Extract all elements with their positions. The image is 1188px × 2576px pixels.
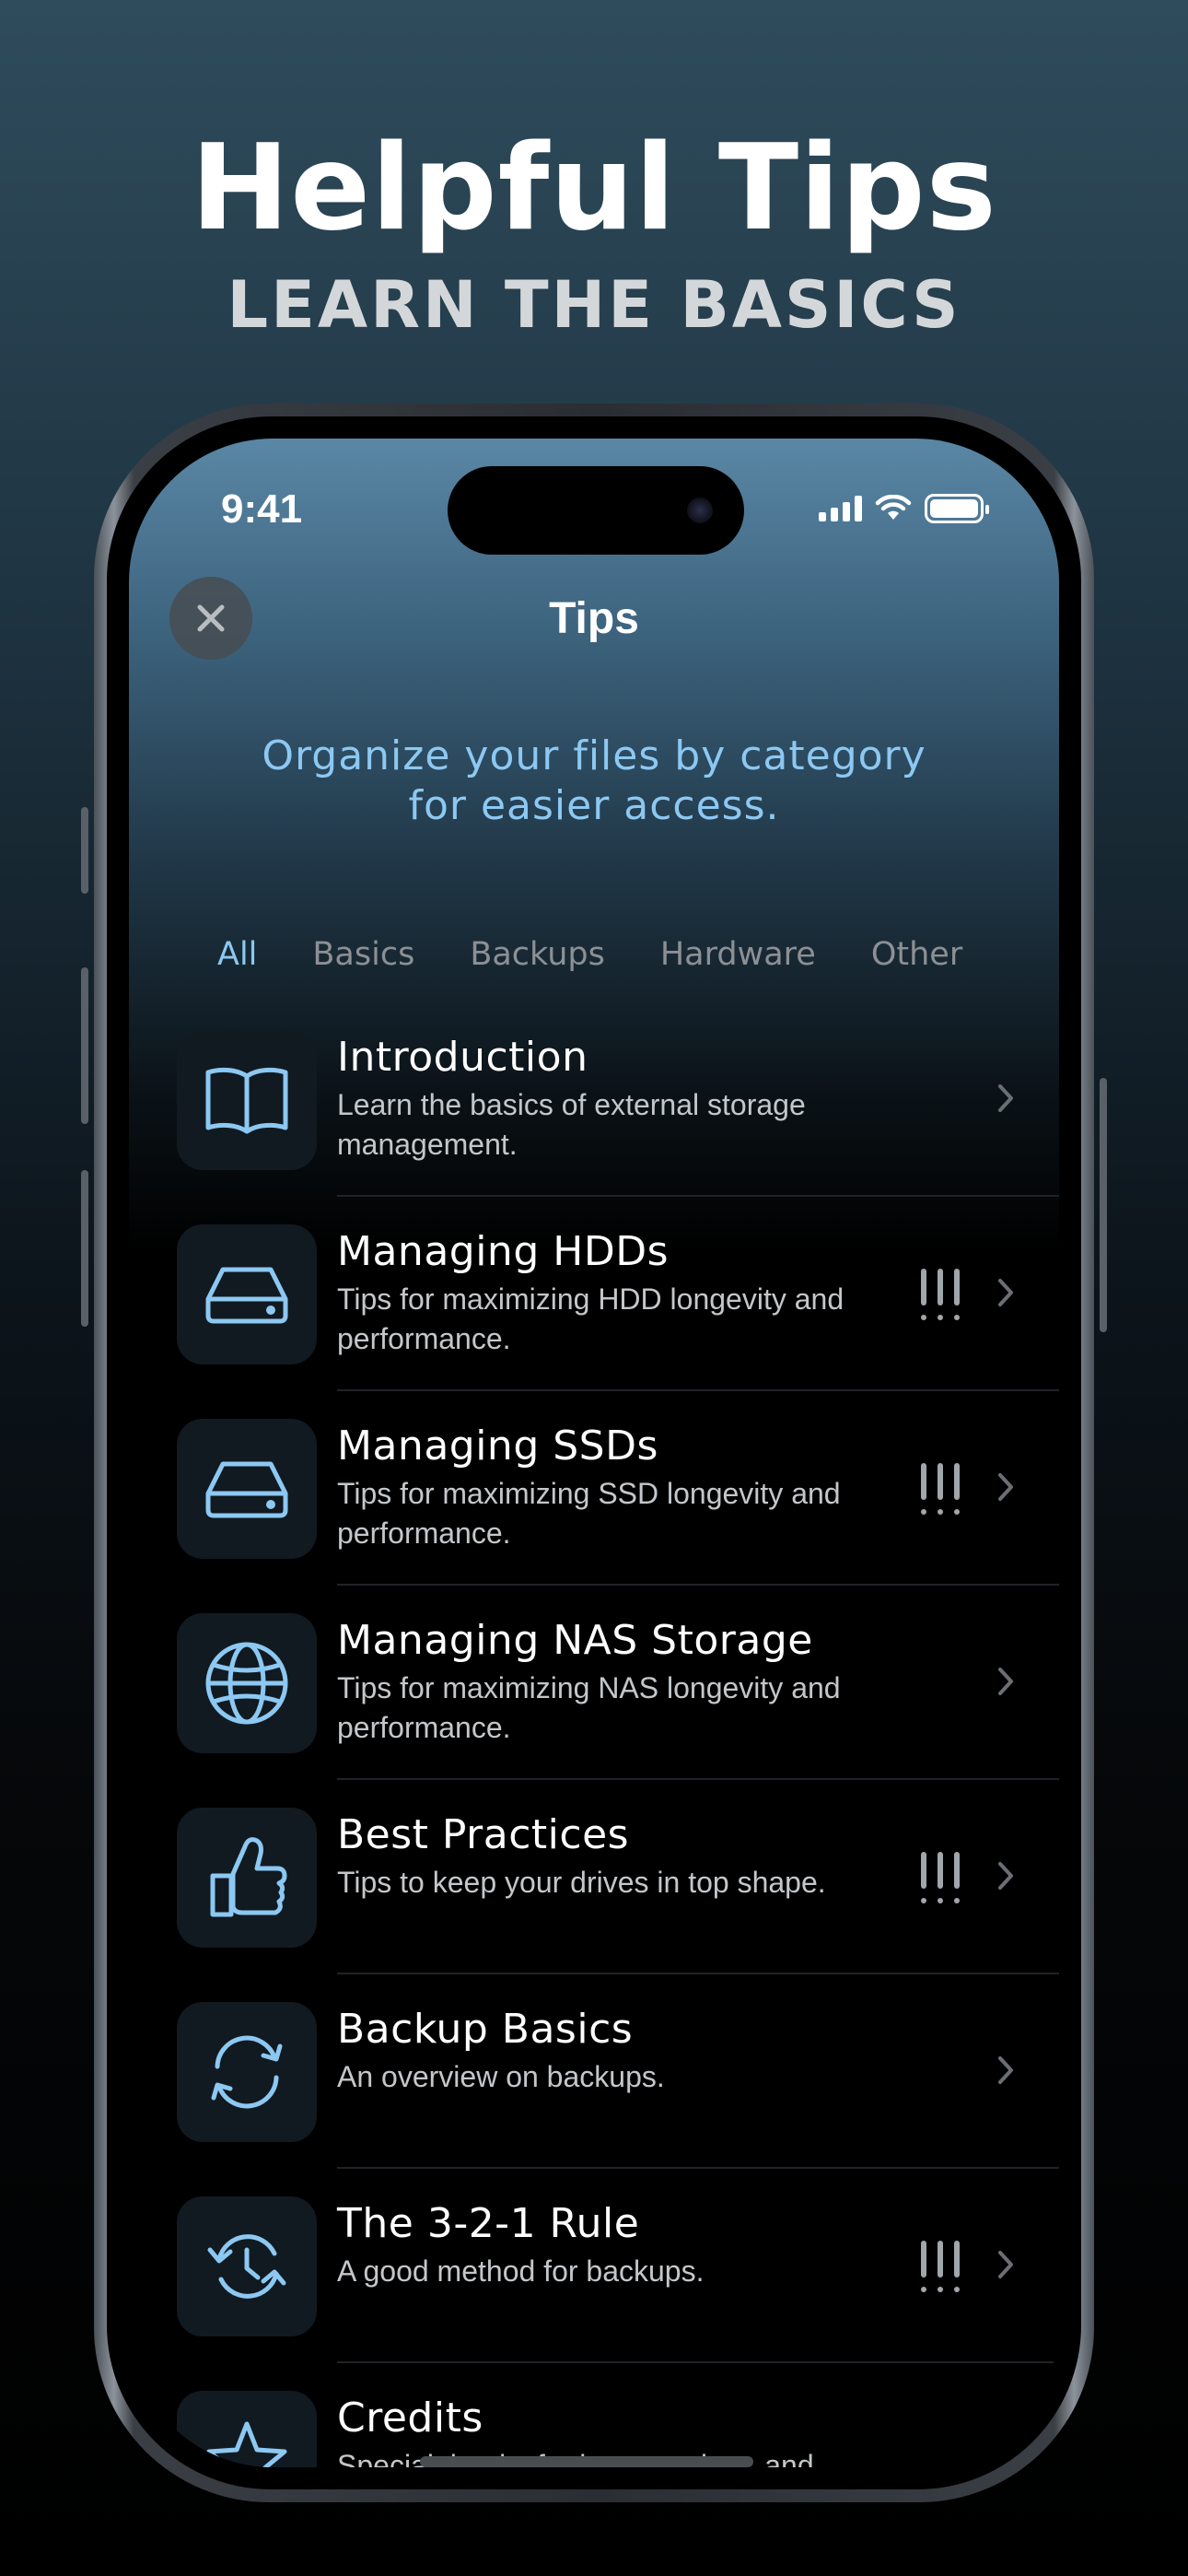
row-title: Best Practices bbox=[337, 1811, 630, 1858]
row-description: Tips to keep your drives in top shape. bbox=[337, 1866, 826, 1899]
icon-tile bbox=[177, 1030, 317, 1170]
priority-icon bbox=[921, 1463, 960, 1515]
tab-basics[interactable]: Basics bbox=[312, 936, 414, 973]
row-description: An overview on backups. bbox=[337, 2060, 665, 2093]
hard-drive-icon bbox=[205, 1267, 288, 1324]
wifi-icon bbox=[875, 495, 912, 520]
chevron-right-icon bbox=[998, 1473, 1013, 1501]
book-icon bbox=[205, 1067, 288, 1134]
dynamic-island bbox=[448, 466, 744, 555]
list-item[interactable]: Managing NAS Storage Tips for maximizing… bbox=[177, 1586, 1059, 1780]
icon-tile bbox=[177, 2002, 317, 2142]
hero-title: Helpful Tips bbox=[191, 120, 997, 257]
category-tabs: All Basics Backups Hardware Other bbox=[217, 936, 962, 973]
row-title: Managing SSDs bbox=[337, 1423, 658, 1469]
icon-tile bbox=[177, 1224, 317, 1364]
app-screen: 9:41 Tips Organize your files by categor… bbox=[129, 439, 1059, 2467]
priority-icon bbox=[921, 2241, 960, 2292]
row-description: A good method for backups. bbox=[337, 2254, 705, 2288]
chevron-right-icon bbox=[998, 1279, 1013, 1306]
chevron-right-icon bbox=[998, 1668, 1013, 1695]
icon-tile bbox=[177, 2391, 317, 2467]
tab-hardware[interactable]: Hardware bbox=[660, 936, 816, 973]
home-indicator[interactable] bbox=[420, 2456, 753, 2467]
tips-list: Introduction Learn the basics of externa… bbox=[177, 1002, 1059, 2467]
priority-icon bbox=[921, 1269, 960, 1320]
icon-tile bbox=[177, 1808, 317, 1948]
intro-line-1: Organize your files by category bbox=[262, 732, 926, 779]
status-icons bbox=[819, 494, 989, 523]
list-item[interactable]: Backup Basics An overview on backups. bbox=[177, 1974, 1059, 2169]
list-item[interactable]: The 3-2-1 Rule A good method for backups… bbox=[177, 2169, 1059, 2363]
row-title: Managing HDDs bbox=[337, 1228, 670, 1275]
row-title: Managing NAS Storage bbox=[337, 1617, 813, 1664]
list-item[interactable]: Managing SSDs Tips for maximizing SSD lo… bbox=[177, 1391, 1059, 1586]
nav-title: Tips bbox=[549, 594, 639, 643]
intro-text: Organize your files by category for easi… bbox=[193, 732, 995, 831]
icon-tile bbox=[177, 1419, 317, 1559]
row-description: Learn the basics of external storage man… bbox=[337, 1088, 806, 1161]
intro-line-2: for easier access. bbox=[408, 782, 780, 829]
history-icon bbox=[207, 2234, 286, 2299]
row-title: Credits bbox=[337, 2395, 483, 2441]
chevron-right-icon bbox=[998, 1862, 1013, 1890]
row-title: Backup Basics bbox=[337, 2006, 634, 2053]
hard-drive-icon bbox=[205, 1461, 288, 1518]
tab-other[interactable]: Other bbox=[871, 936, 962, 973]
globe-icon bbox=[205, 1642, 288, 1725]
icon-tile bbox=[177, 2196, 317, 2336]
list-item[interactable]: Introduction Learn the basics of externa… bbox=[177, 1002, 1059, 1197]
power-button bbox=[1100, 1078, 1107, 1332]
phone-frame: 9:41 Tips Organize your files by categor… bbox=[94, 404, 1094, 2502]
list-item[interactable]: Best Practices Tips to keep your drives … bbox=[177, 1780, 1059, 1974]
status-time: 9:41 bbox=[221, 486, 303, 532]
volume-down-button bbox=[81, 1170, 88, 1327]
chevron-right-icon bbox=[998, 1084, 1013, 1112]
row-description: Tips for maximizing NAS longevity and pe… bbox=[337, 1671, 841, 1744]
icon-tile bbox=[177, 1613, 317, 1753]
row-title: The 3-2-1 Rule bbox=[337, 2200, 640, 2247]
sync-icon bbox=[211, 2035, 283, 2109]
row-description: Tips for maximizing HDD longevity and pe… bbox=[337, 1282, 844, 1355]
cellular-signal-icon bbox=[819, 496, 862, 521]
hero-subtitle: LEARN THE BASICS bbox=[227, 267, 961, 343]
row-title: Introduction bbox=[337, 1034, 588, 1081]
thumbs-up-icon bbox=[210, 1837, 287, 1917]
camera-icon bbox=[687, 498, 713, 523]
row-description: Tips for maximizing SSD longevity and pe… bbox=[337, 1477, 841, 1550]
chevron-right-icon bbox=[998, 2056, 1013, 2084]
volume-up-button bbox=[81, 967, 88, 1124]
tab-backups[interactable]: Backups bbox=[470, 936, 605, 973]
star-icon bbox=[206, 2421, 287, 2467]
battery-icon bbox=[925, 494, 989, 523]
list-item[interactable]: Credits Special thanks for images, data,… bbox=[177, 2363, 1059, 2467]
priority-icon bbox=[921, 1852, 960, 1903]
action-button bbox=[81, 807, 88, 894]
chevron-right-icon bbox=[998, 2251, 1013, 2278]
tab-all[interactable]: All bbox=[217, 936, 257, 973]
list-item[interactable]: Managing HDDs Tips for maximizing HDD lo… bbox=[177, 1197, 1059, 1391]
